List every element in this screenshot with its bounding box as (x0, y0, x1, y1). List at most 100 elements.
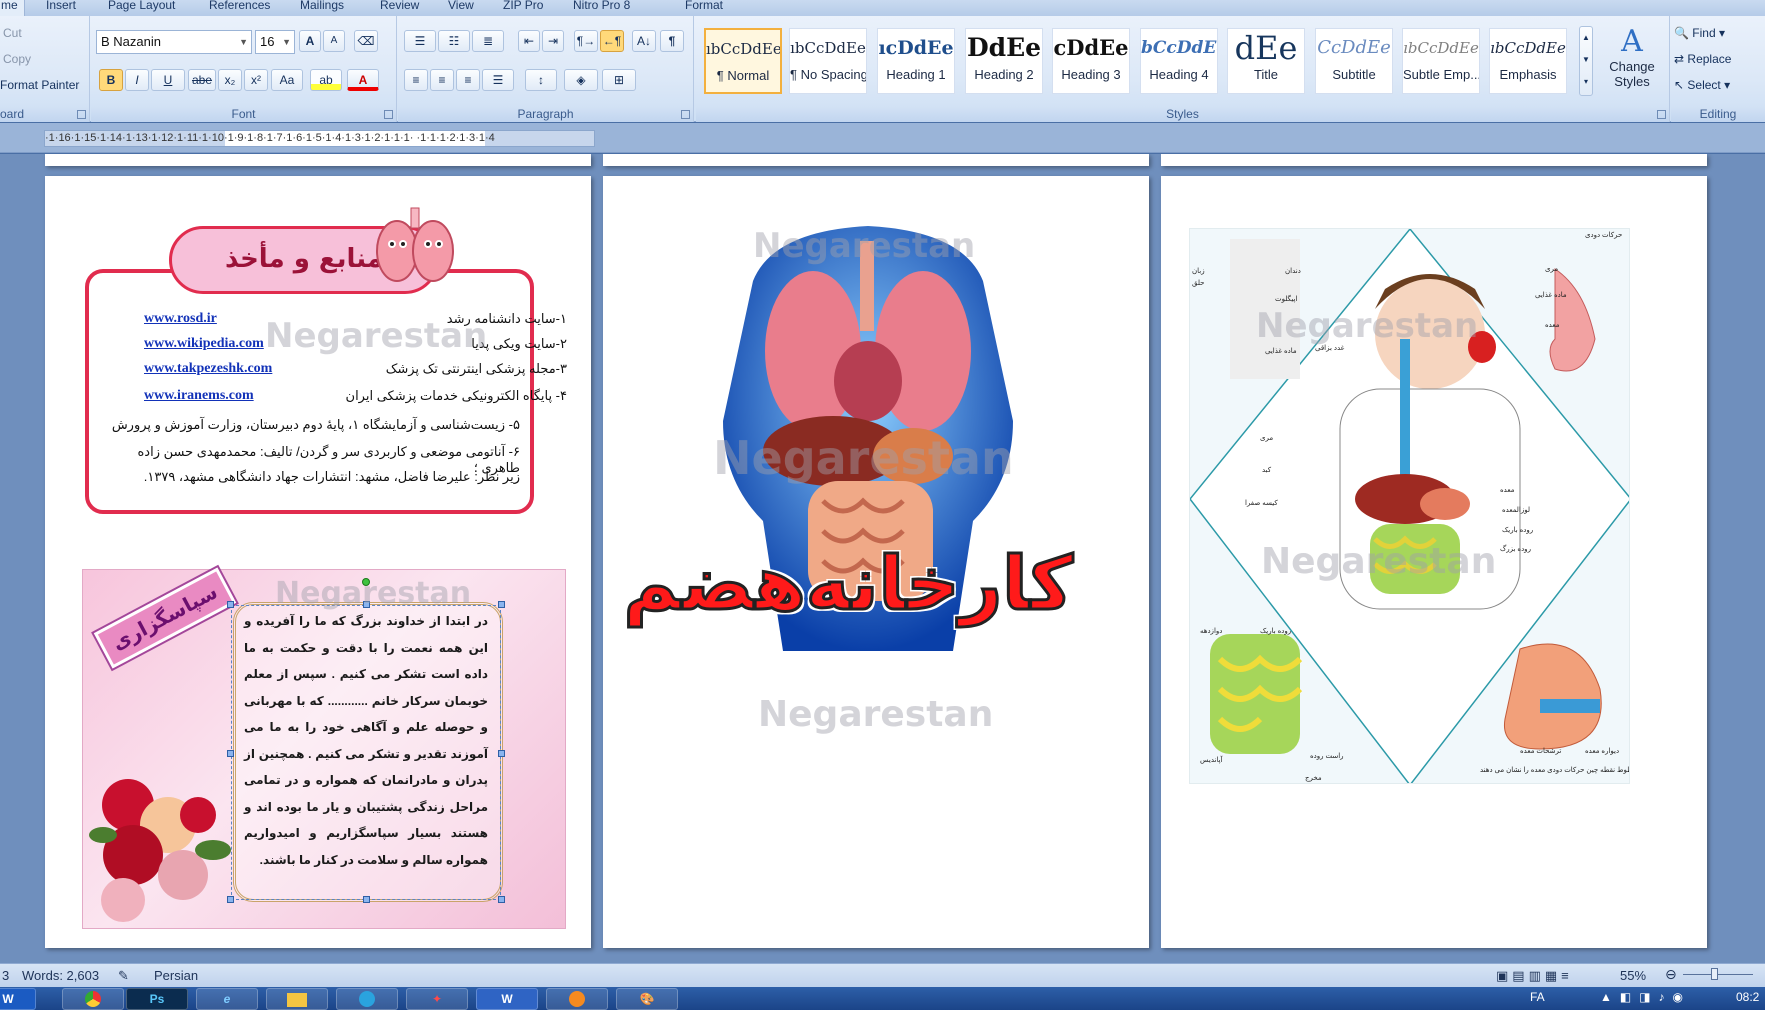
subscript-button[interactable]: x₂ (218, 69, 242, 91)
tab-review[interactable]: Review (374, 0, 425, 16)
style-subtle-emphasis[interactable]: ıbCcDdEe Subtle Emp... (1402, 28, 1480, 94)
style-heading-4[interactable]: bCcDdEeHeading 4 (1140, 28, 1218, 94)
reference-url[interactable]: www.takpezeshk.com (144, 361, 272, 377)
replace-button[interactable]: ⇄ Replace (1673, 48, 1761, 70)
taskbar-word-doc-icon[interactable]: W (476, 988, 538, 1010)
rtl-icon[interactable]: ←¶ (600, 30, 624, 52)
page-digestive-diagram[interactable]: حرکات دودی مری ماده غذایی معده زبان حلق … (1161, 176, 1707, 948)
taskbar-photoshop-icon[interactable]: Ps (126, 988, 188, 1010)
style-heading-1[interactable]: ıcDdEe Heading 1 (877, 28, 955, 94)
taskbar-paint-icon[interactable]: 🎨 (616, 988, 678, 1010)
thanks-textbox[interactable]: در ابتدا از خداوند بزرگ که ما را آفریده … (231, 605, 501, 900)
resize-handle[interactable] (498, 896, 505, 903)
reference-url[interactable]: www.wikipedia.com (144, 336, 264, 352)
change-case-button[interactable]: Aa (271, 69, 303, 91)
font-size-combo[interactable]: 16 ▼ (255, 30, 295, 54)
taskbar-firefox-icon[interactable] (546, 988, 608, 1010)
tab-zip-pro[interactable]: ZIP Pro (497, 0, 549, 16)
tab-references[interactable]: References (203, 0, 276, 16)
resize-handle[interactable] (363, 896, 370, 903)
clipboard-dialog-launcher[interactable] (77, 110, 86, 119)
multilevel-list-icon[interactable]: ≣ (472, 30, 504, 52)
copy-button[interactable]: Copy (2, 48, 82, 70)
styles-dialog-launcher[interactable] (1657, 110, 1666, 119)
reference-url[interactable]: www.rosd.ir (144, 311, 217, 327)
align-left-icon[interactable]: ≡ (404, 69, 428, 91)
italic-button[interactable]: I (125, 69, 149, 91)
style-no-spacing[interactable]: ıbCcDdEe ¶ No Spacing (789, 28, 867, 94)
bullets-icon[interactable]: ☰ (404, 30, 436, 52)
clock[interactable]: 08:2 (1736, 990, 1759, 1004)
shading-icon[interactable]: ◈ (564, 69, 598, 91)
cut-button[interactable]: Cut (2, 22, 82, 44)
numbering-icon[interactable]: ☷ (438, 30, 470, 52)
resize-handle[interactable] (363, 601, 370, 608)
tab-view[interactable]: View (442, 0, 480, 16)
zoom-out-icon[interactable]: ⊖ (1665, 966, 1677, 983)
show-formatting-button[interactable]: ¶ (660, 30, 684, 52)
language-indicator[interactable]: Persian (154, 968, 198, 983)
taskbar-explorer-icon[interactable] (266, 988, 328, 1010)
justify-icon[interactable]: ☰ (482, 69, 514, 91)
proofing-icon[interactable]: ✎ (118, 968, 129, 984)
find-button[interactable]: 🔍 Find ▾ (1673, 22, 1761, 44)
tray-icons[interactable]: ▲◧◨♪◉ (1600, 990, 1691, 1004)
font-color-button[interactable]: A (347, 69, 379, 91)
reference-url[interactable]: www.iranems.com (144, 388, 254, 404)
tab-nitro-pro[interactable]: Nitro Pro 8 (567, 0, 636, 16)
select-button[interactable]: ↖ Select ▾ (1673, 74, 1761, 96)
zoom-level[interactable]: 55% (1620, 968, 1646, 983)
style-heading-2[interactable]: DdEe Heading 2 (965, 28, 1043, 94)
resize-handle[interactable] (227, 601, 234, 608)
borders-icon[interactable]: ⊞ (602, 69, 636, 91)
grow-font-button[interactable]: A (299, 30, 321, 52)
taskbar-chrome-icon[interactable] (62, 988, 124, 1010)
tab-home[interactable]: me (0, 0, 25, 16)
taskbar-ie-icon[interactable]: e (196, 988, 258, 1010)
align-center-icon[interactable]: ≡ (430, 69, 454, 91)
page-cover[interactable]: کارخانه‌هضم Negarestan Negarestan Negare… (603, 176, 1149, 948)
resize-handle[interactable] (498, 601, 505, 608)
font-dialog-launcher[interactable] (384, 110, 393, 119)
resize-handle[interactable] (227, 750, 234, 757)
bold-button[interactable]: B (99, 69, 123, 91)
zoom-slider[interactable]: ⊖ (1665, 966, 1760, 982)
taskbar-telegram-icon[interactable] (336, 988, 398, 1010)
style-title[interactable]: dEe Title (1227, 28, 1305, 94)
taskbar-word-icon[interactable]: W (0, 988, 36, 1010)
rotate-handle[interactable] (362, 578, 370, 586)
superscript-button[interactable]: x² (244, 69, 268, 91)
line-spacing-icon[interactable]: ↕ (525, 69, 557, 91)
highlight-color-button[interactable]: ab (310, 69, 342, 91)
strikethrough-button[interactable]: abe (188, 69, 216, 91)
tab-format[interactable]: Format (679, 0, 729, 16)
shrink-font-button[interactable]: A (323, 30, 345, 52)
word-count[interactable]: Words: 2,603 (22, 968, 99, 983)
format-painter-button[interactable]: Format Painter (0, 74, 89, 96)
clear-formatting-icon[interactable]: ⌫ (354, 30, 378, 52)
align-right-icon[interactable]: ≡ (456, 69, 480, 91)
view-buttons[interactable]: ▣▤▥▦≡ (1496, 968, 1573, 984)
tab-insert[interactable]: Insert (40, 0, 82, 16)
zoom-thumb[interactable] (1711, 968, 1718, 980)
input-language[interactable]: FA (1530, 990, 1545, 1004)
horizontal-ruler[interactable]: ·1·16·1·15·1·14·1·13·1·12·1·11·1·10·1·9·… (44, 130, 595, 147)
page-references[interactable]: www.rosd.ir ۱-سایت دانشنامه رشد www.wiki… (45, 176, 591, 948)
resize-handle[interactable] (227, 896, 234, 903)
tab-page-layout[interactable]: Page Layout (102, 0, 181, 16)
underline-button[interactable]: U (151, 69, 185, 91)
style-heading-3[interactable]: cDdEe Heading 3 (1052, 28, 1130, 94)
page-number[interactable]: 3 (2, 968, 9, 983)
styles-scroll[interactable]: ▲ ▼ ▾ (1579, 26, 1593, 96)
paragraph-dialog-launcher[interactable] (681, 110, 690, 119)
style-subtitle[interactable]: CcDdEe Subtitle (1315, 28, 1393, 94)
change-styles-button[interactable]: A Change Styles (1601, 24, 1663, 100)
taskbar-acrobat-icon[interactable]: ✦ (406, 988, 468, 1010)
style-emphasis[interactable]: ıbCcDdEe Emphasis (1489, 28, 1567, 94)
style-normal[interactable]: ıbCcDdEe ¶ Normal (704, 28, 782, 94)
ltr-icon[interactable]: ¶→ (574, 30, 598, 52)
font-name-combo[interactable]: B Nazanin ▼ (96, 30, 252, 54)
sort-icon[interactable]: A↓ (632, 30, 656, 52)
document-workspace[interactable]: www.rosd.ir ۱-سایت دانشنامه رشد www.wiki… (0, 154, 1765, 963)
increase-indent-icon[interactable]: ⇥ (542, 30, 564, 52)
